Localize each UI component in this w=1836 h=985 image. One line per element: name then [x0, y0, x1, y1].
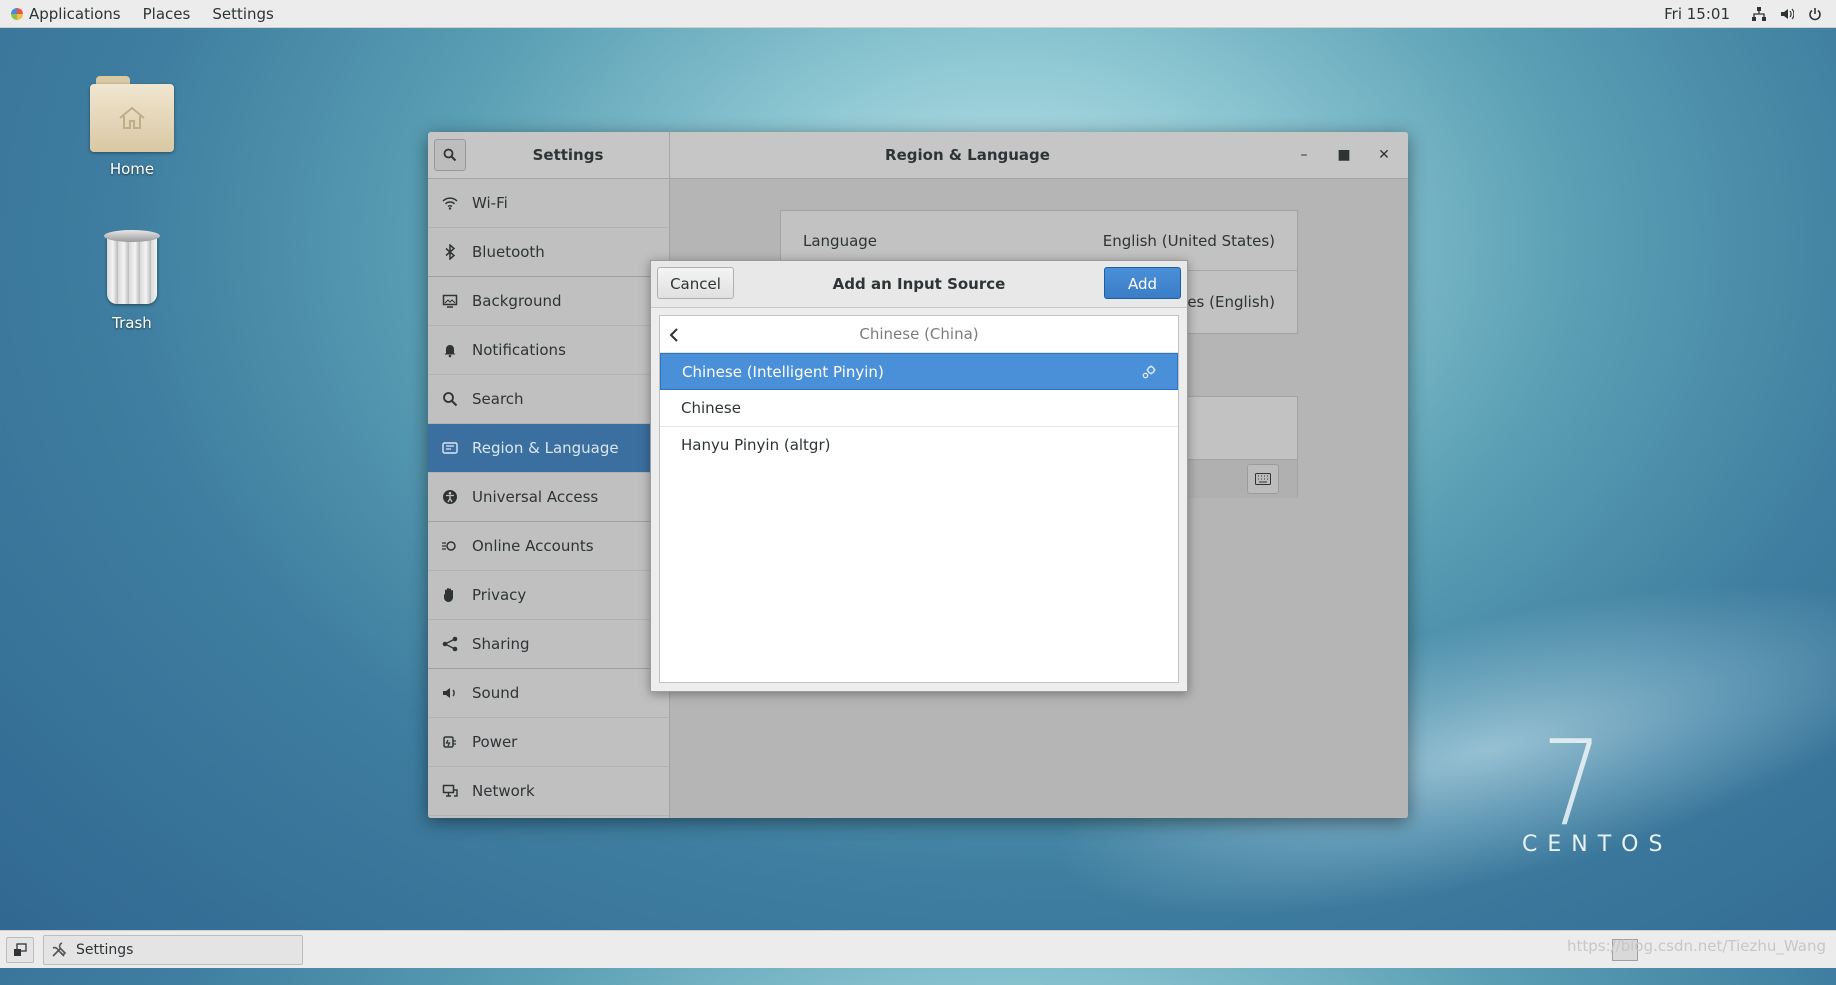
- sidebar-item-wifi[interactable]: Wi-Fi: [428, 179, 669, 228]
- sidebar-item-region-language[interactable]: Region & Language: [428, 424, 669, 473]
- trash-label: Trash: [112, 314, 152, 332]
- centos-version-number: 7: [1541, 714, 1603, 852]
- settings-tools-icon: [52, 942, 67, 957]
- flag-icon: [442, 440, 458, 456]
- sidebar-item-label: Region & Language: [472, 439, 619, 457]
- bottom-panel: Settings: [0, 930, 1836, 968]
- sidebar-title: Settings: [532, 146, 604, 164]
- bluetooth-icon: [442, 243, 458, 261]
- show-desktop-button[interactable]: [6, 937, 34, 963]
- list-item[interactable]: Chinese: [660, 390, 1178, 427]
- watermark: https://blog.csdn.net/Tiezhu_Wang: [1566, 937, 1826, 955]
- search-icon: [443, 148, 457, 162]
- sidebar-item-sound[interactable]: Sound: [428, 669, 669, 718]
- sidebar-item-universal-access[interactable]: Universal Access: [428, 473, 669, 522]
- speaker-icon: [442, 685, 458, 701]
- sidebar-item-label: Background: [472, 292, 562, 310]
- applications-menu[interactable]: Applications: [0, 0, 132, 27]
- list-item-label: Chinese (Intelligent Pinyin): [682, 363, 884, 381]
- sidebar-item-label: Wi-Fi: [472, 194, 508, 212]
- sidebar-item-online-accounts[interactable]: Online Accounts: [428, 522, 669, 571]
- add-button[interactable]: Add: [1104, 267, 1181, 299]
- places-menu[interactable]: Places: [132, 0, 202, 27]
- background-icon: [442, 293, 458, 309]
- sidebar-item-sharing[interactable]: Sharing: [428, 620, 669, 669]
- sidebar-header: Settings: [428, 132, 670, 178]
- sidebar-item-label: Power: [472, 733, 518, 751]
- keyboard-icon: [1255, 473, 1271, 485]
- add-input-source-dialog: Cancel Add an Input Source Add Chinese (…: [650, 260, 1188, 692]
- search-icon: [442, 391, 458, 407]
- keyboard-layout-button[interactable]: [1247, 464, 1279, 494]
- group-header-label: Chinese (China): [859, 325, 979, 343]
- sidebar-item-bluetooth[interactable]: Bluetooth: [428, 228, 669, 277]
- power-plug-icon: [442, 734, 458, 750]
- desktop-trash-icon[interactable]: Trash: [72, 230, 192, 332]
- sidebar-item-notifications[interactable]: Notifications: [428, 326, 669, 375]
- online-accounts-icon: [442, 538, 458, 554]
- sidebar-item-label: Universal Access: [472, 488, 599, 506]
- clock[interactable]: Fri 15:01: [1664, 5, 1730, 23]
- list-group-header[interactable]: Chinese (China): [660, 316, 1178, 353]
- sidebar-item-label: Network: [472, 782, 535, 800]
- cancel-button[interactable]: Cancel: [657, 267, 734, 299]
- list-item-label: Hanyu Pinyin (altgr): [681, 436, 831, 454]
- list-item[interactable]: Hanyu Pinyin (altgr): [660, 427, 1178, 464]
- sidebar-item-label: Notifications: [472, 341, 566, 359]
- back-chevron-icon[interactable]: [666, 316, 682, 355]
- accessibility-icon: [442, 489, 458, 505]
- input-source-list: Chinese (China) Chinese (Intelligent Pin…: [659, 315, 1179, 683]
- hand-icon: [442, 587, 458, 603]
- bell-icon: [442, 342, 458, 358]
- sidebar-item-label: Privacy: [472, 586, 527, 604]
- close-button[interactable]: ✕: [1374, 145, 1394, 165]
- window-headerbar: Settings Region & Language – ■ ✕: [428, 132, 1408, 179]
- settings-menu[interactable]: Settings: [201, 0, 285, 27]
- language-value: English (United States): [1102, 231, 1275, 250]
- power-icon[interactable]: [1808, 7, 1822, 21]
- network-icon: [442, 783, 458, 799]
- sidebar-item-label: Sharing: [472, 635, 530, 653]
- applications-icon: [11, 7, 23, 20]
- dialog-title: Add an Input Source: [832, 275, 1006, 293]
- sidebar-item-label: Bluetooth: [472, 243, 545, 261]
- folder-icon: [90, 74, 174, 152]
- settings-gear-icon[interactable]: [1141, 354, 1157, 394]
- share-icon: [442, 636, 458, 652]
- sidebar-search-button[interactable]: [434, 139, 466, 171]
- language-label: Language: [803, 231, 878, 250]
- panel-title: Region & Language: [885, 146, 1050, 164]
- sidebar-item-label: Online Accounts: [472, 537, 594, 555]
- taskbar-settings-button[interactable]: Settings: [43, 935, 303, 965]
- maximize-button[interactable]: ■: [1334, 145, 1354, 165]
- top-panel: Applications Places Settings Fri 15:01: [0, 0, 1836, 28]
- minimize-button[interactable]: –: [1294, 145, 1314, 165]
- wifi-icon: [442, 195, 458, 211]
- home-label: Home: [109, 160, 155, 178]
- sidebar-item-network[interactable]: Network: [428, 767, 669, 816]
- settings-sidebar: Wi-Fi Bluetooth Background Notifications…: [428, 179, 670, 818]
- sidebar-item-search[interactable]: Search: [428, 375, 669, 424]
- dialog-header: Cancel Add an Input Source Add: [651, 261, 1187, 308]
- sidebar-item-privacy[interactable]: Privacy: [428, 571, 669, 620]
- sidebar-item-background[interactable]: Background: [428, 277, 669, 326]
- applications-label: Applications: [29, 4, 121, 23]
- sidebar-item-power[interactable]: Power: [428, 718, 669, 767]
- volume-icon[interactable]: [1780, 7, 1795, 21]
- desktop-home-icon[interactable]: Home: [72, 74, 192, 178]
- sidebar-item-label: Search: [472, 390, 524, 408]
- taskbar-settings-label: Settings: [76, 942, 134, 958]
- show-desktop-icon: [14, 943, 27, 956]
- list-item-label: Chinese: [681, 399, 741, 417]
- list-item[interactable]: Chinese (Intelligent Pinyin): [660, 353, 1178, 390]
- trash-icon: [102, 230, 162, 306]
- network-status-icon[interactable]: [1752, 6, 1766, 21]
- centos-branding: 7 CENTOS: [1512, 714, 1662, 857]
- sidebar-item-label: Sound: [472, 684, 520, 702]
